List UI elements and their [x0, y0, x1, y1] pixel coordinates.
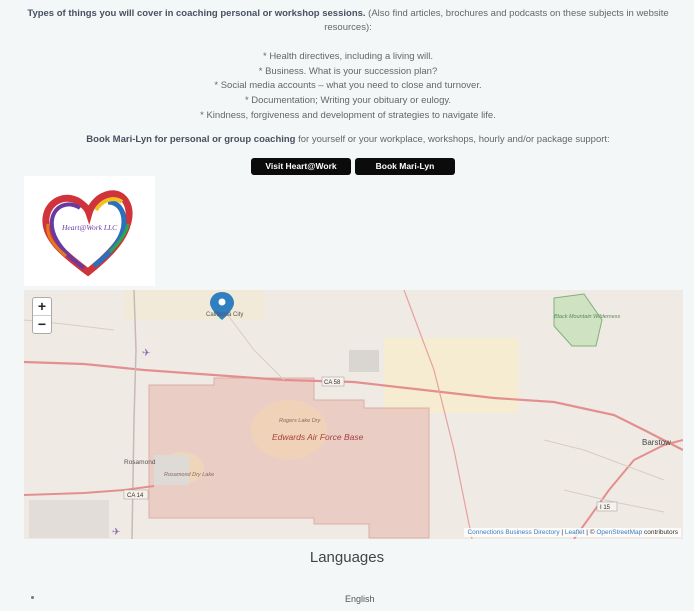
book-mari-lyn-button[interactable]: Book Mari-Lyn [355, 158, 455, 175]
topic-item: * Business. What is your succession plan… [258, 65, 438, 77]
attribution-osm-link[interactable]: OpenStreetMap [596, 529, 642, 536]
map-label-black-mountain: Black Mountain Wilderness [554, 314, 621, 320]
language-item: English [345, 594, 375, 604]
map-zoom-control: + − [32, 297, 52, 334]
map-label-i15: I 15 [600, 505, 611, 511]
map-label-barstow: Barstow [642, 438, 671, 447]
logo-text: Heart@Work LLC [61, 223, 118, 232]
airport-icon: ✈ [142, 348, 150, 359]
attribution-copyright: | © [584, 529, 597, 536]
zoom-out-button[interactable]: − [33, 316, 51, 333]
intro-paragraph: Types of things you will cover in coachi… [18, 7, 678, 35]
list-bullet [31, 596, 34, 599]
intro-note: (Also find articles, brochures and podca… [324, 8, 669, 33]
map[interactable]: ✈ ✈ California City Black Mountain Wilde… [24, 290, 683, 539]
booking-paragraph: Book Mari-Lyn for personal or group coac… [0, 134, 694, 145]
topic-item: * Social media accounts – what you need … [214, 80, 482, 92]
map-label-ca58: CA 58 [324, 380, 341, 386]
visit-heart-at-work-button[interactable]: Visit Heart@Work [251, 158, 351, 175]
attribution-leaflet-link[interactable]: Leaflet [565, 529, 585, 536]
attribution-contributors: contributors [642, 529, 678, 536]
topic-item: * Health directives, including a living … [262, 51, 434, 62]
map-tiles: ✈ ✈ California City Black Mountain Wilde… [24, 290, 683, 539]
airport-icon: ✈ [112, 527, 120, 538]
languages-title: Languages [309, 549, 385, 566]
heart-at-work-logo: Heart@Work LLC [24, 176, 155, 286]
map-label-rogers: Rogers Lake Dry [279, 418, 322, 424]
map-attribution: Connections Business Directory | Leaflet… [464, 528, 681, 537]
map-label-ca14: CA 14 [127, 493, 144, 499]
topics-list: * Health directives, including a living … [18, 50, 678, 124]
map-label-rosamond: Rosamond [124, 459, 156, 466]
intro-heading: Types of things you will cover in coachi… [27, 8, 366, 19]
booking-heading: Book Mari-Lyn for personal or group coac… [86, 134, 296, 145]
map-label-edwards: Edwards Air Force Base [272, 432, 364, 442]
zoom-in-button[interactable]: + [33, 298, 51, 316]
topic-item: * Documentation; Writing your obituary o… [244, 95, 452, 107]
booking-note: for yourself or your workplace, workshop… [295, 134, 610, 145]
heart-logo-icon: Heart@Work LLC [42, 190, 133, 277]
topic-item: * Kindness, forgiveness and development … [200, 109, 496, 121]
map-label-rosamond-lake: Rosamond Dry Lake [164, 472, 214, 478]
map-label-california-city: California City [206, 312, 243, 318]
attribution-directory-link[interactable]: Connections Business Directory [467, 529, 559, 536]
